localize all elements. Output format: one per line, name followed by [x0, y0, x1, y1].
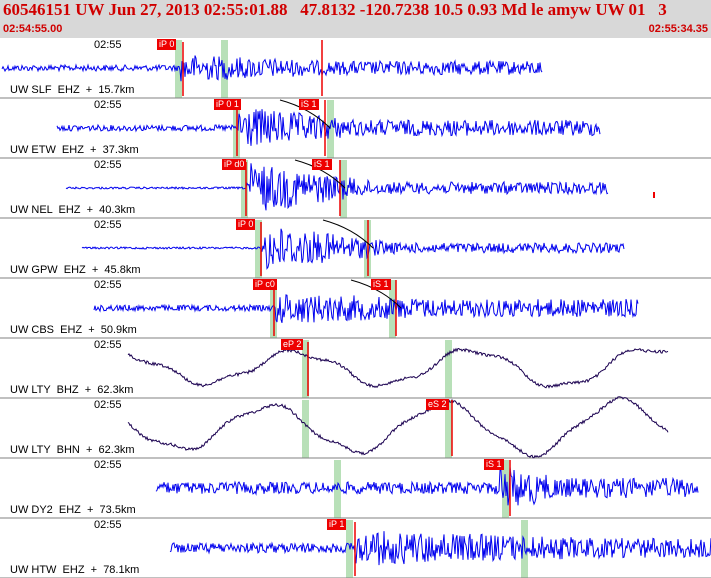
- panel-time-label: 02:55: [94, 39, 122, 51]
- seismic-trace: [1, 55, 543, 82]
- panel-time-label: 02:55: [94, 519, 122, 531]
- p-pick-label[interactable]: iP 0 1: [214, 99, 241, 110]
- event-header: 60546151 UW Jun 27, 2013 02:55:01.88 47.…: [0, 0, 711, 38]
- seismic-trace: [81, 228, 625, 270]
- panel-time-label: 02:55: [94, 279, 122, 291]
- pick-window-marker: [445, 340, 452, 398]
- station-label: UW GPW EHZ + 45.8km: [9, 264, 142, 276]
- station-label: UW LTY BHN + 62.3km: [9, 444, 136, 456]
- seismogram-canvas[interactable]: [0, 38, 711, 578]
- station-label: UW HTW EHZ + 78.1km: [9, 564, 141, 576]
- s-pick-label[interactable]: eS 2: [426, 399, 449, 410]
- p-pick-label[interactable]: iP 0: [157, 39, 177, 50]
- s-pick-label[interactable]: iS 1: [484, 459, 504, 470]
- seismic-trace: [65, 163, 609, 211]
- panel-time-label: 02:55: [94, 459, 122, 471]
- s-pick-label[interactable]: iS 1: [299, 99, 319, 110]
- station-label: UW DY2 EHZ + 73.5km: [9, 504, 137, 516]
- station-label: UW CBS EHZ + 50.9km: [9, 324, 138, 336]
- s-pick-label[interactable]: iS 1: [371, 279, 391, 290]
- p-pick-label[interactable]: iP c0: [253, 279, 277, 290]
- seismic-trace: [127, 347, 669, 389]
- panel-time-label: 02:55: [94, 99, 122, 111]
- seismic-trace: [169, 531, 711, 566]
- panel-time-label: 02:55: [94, 339, 122, 351]
- p-pick-label[interactable]: iP 1: [327, 519, 347, 530]
- s-pick-label[interactable]: iS 1: [312, 159, 332, 170]
- p-pick-label[interactable]: iP 0: [236, 219, 256, 230]
- station-label: UW ETW EHZ + 37.3km: [9, 144, 140, 156]
- panel-time-label: 02:55: [94, 399, 122, 411]
- panel-time-label: 02:55: [94, 219, 122, 231]
- p-pick-label[interactable]: eP 2: [281, 339, 304, 350]
- event-title: 60546151 UW Jun 27, 2013 02:55:01.88 47.…: [3, 0, 667, 19]
- station-label: UW LTY BHZ + 62.3km: [9, 384, 135, 396]
- p-pick-label[interactable]: iP d0: [222, 159, 247, 170]
- pick-window-marker: [302, 400, 309, 458]
- seismic-trace: [155, 466, 699, 506]
- seismic-trace: [127, 396, 669, 459]
- station-label: UW NEL EHZ + 40.3km: [9, 204, 137, 216]
- panel-time-label: 02:55: [94, 159, 122, 171]
- window-end-time: 02:55:34.35: [648, 23, 708, 35]
- station-label: UW SLF EHZ + 15.7km: [9, 84, 136, 96]
- seismogram-panels[interactable]: 02:55 UW SLF EHZ + 15.7km iP 0 02:55 UW ETW …: [0, 38, 711, 578]
- seismic-trace: [93, 294, 639, 324]
- window-start-time: 02:54:55.00: [3, 23, 63, 35]
